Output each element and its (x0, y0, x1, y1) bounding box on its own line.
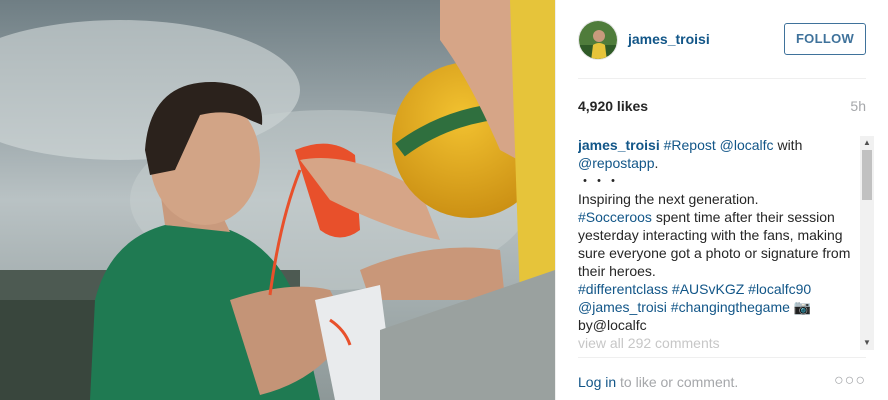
caption: james_troisi #Repost @localfc with @repo… (578, 136, 858, 350)
caption-scrollbar[interactable]: ▲ ▼ (860, 136, 874, 350)
login-prompt: to like or comment. (616, 374, 739, 390)
caption-with: with (773, 137, 803, 153)
photo-icon (0, 0, 555, 400)
mention-james-troisi[interactable]: @james_troisi (578, 299, 667, 315)
mention-localfc[interactable]: @localfc (720, 137, 774, 153)
post-footer: Log in to like or comment. ○○○ (578, 372, 866, 394)
caption-dots: ・・・ (578, 173, 620, 189)
scroll-down-arrow-icon[interactable]: ▼ (860, 336, 874, 350)
divider (578, 357, 866, 358)
scroll-up-arrow-icon[interactable]: ▲ (860, 136, 874, 150)
author-username[interactable]: james_troisi (628, 31, 710, 47)
post-header: james_troisi FOLLOW (578, 18, 866, 62)
hashtag-changingthegame[interactable]: #changingthegame (671, 299, 790, 315)
caption-text-1: Inspiring the next generation. (578, 191, 759, 207)
hashtag-ausvkgz[interactable]: #AUSvKGZ (672, 281, 744, 297)
scrollbar-thumb[interactable] (862, 150, 872, 200)
divider (578, 78, 866, 79)
avatar-icon[interactable] (578, 20, 618, 60)
hashtag-repost[interactable]: #Repost (664, 137, 716, 153)
caption-area[interactable]: james_troisi #Repost @localfc with @repo… (578, 136, 874, 350)
post-time[interactable]: 5h (850, 98, 866, 114)
post-sidebar: james_troisi FOLLOW 4,920 likes 5h james… (555, 0, 888, 400)
view-comments-link[interactable]: view all 292 comments (578, 335, 720, 350)
caption-username[interactable]: james_troisi (578, 137, 660, 153)
more-options-icon[interactable]: ○○○ (834, 372, 866, 390)
likes-count[interactable]: 4,920 likes (578, 98, 648, 114)
caption-period: . (654, 155, 659, 171)
hashtag-differentclass[interactable]: #differentclass (578, 281, 668, 297)
post-photo[interactable] (0, 0, 555, 400)
follow-button[interactable]: FOLLOW (784, 23, 866, 55)
post-meta: 4,920 likes 5h (578, 98, 866, 118)
mention-repostapp[interactable]: @repostapp (578, 155, 654, 171)
hashtag-socceroos[interactable]: #Socceroos (578, 209, 652, 225)
caption-byline: by@localfc (578, 317, 647, 333)
login-link[interactable]: Log in (578, 374, 616, 390)
hashtag-localfc90[interactable]: #localfc90 (748, 281, 811, 297)
camera-icon: 📷 (793, 299, 812, 315)
